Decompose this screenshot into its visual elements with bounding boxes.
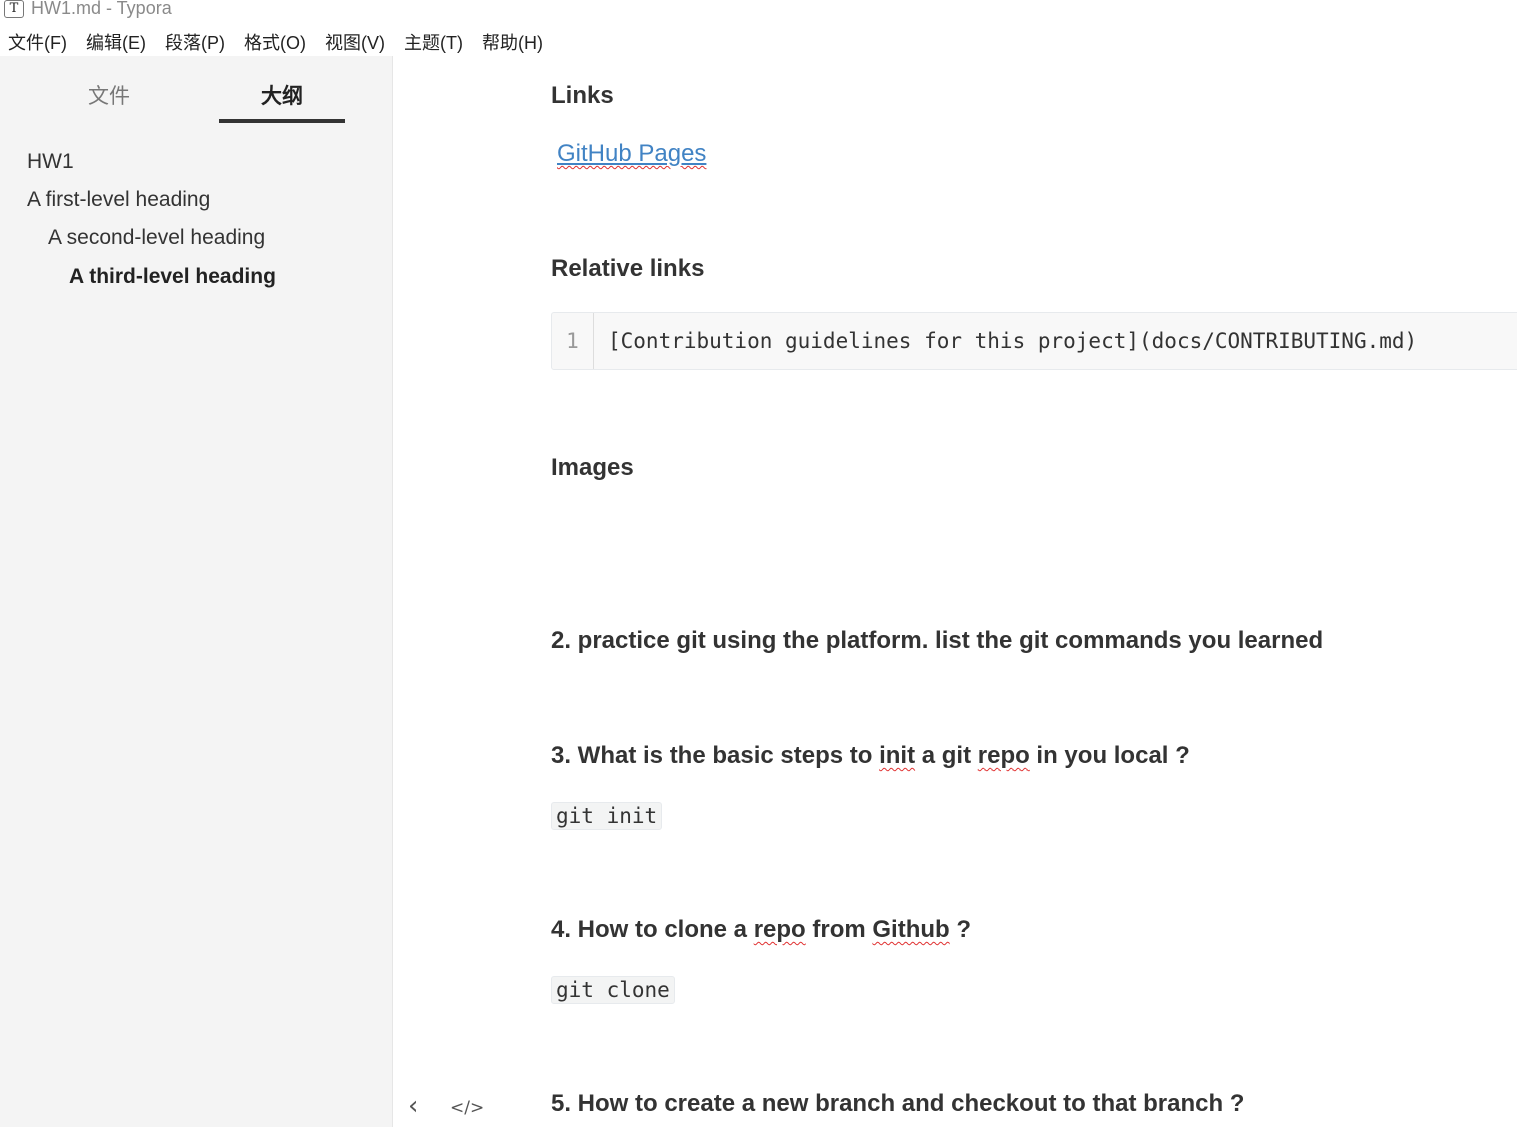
heading-images: Images (551, 454, 634, 481)
outline-item-second-level[interactable]: A second-level heading (48, 226, 265, 250)
inline-code-git-init: git init (551, 802, 663, 830)
menu-bar: 文件(F) 编辑(E) 段落(P) 格式(O) 视图(V) 主题(T) 帮助(H… (0, 28, 1517, 56)
menu-file[interactable]: 文件(F) (8, 29, 67, 55)
window-title: HW1.md - Typora (31, 0, 172, 18)
editor-pane[interactable]: Links GitHub Pages Relative links 1 [Con… (393, 56, 1517, 1127)
menu-theme[interactable]: 主题(T) (404, 29, 463, 55)
menu-view[interactable]: 视图(V) (325, 29, 385, 55)
heading-question-2: 2. practice git using the platform. list… (551, 627, 1324, 654)
q3-text-1: 3. What is the basic steps to (551, 742, 880, 769)
q3-spell-init: init (879, 742, 916, 769)
q4-text-3: ? (949, 916, 972, 943)
menu-format[interactable]: 格式(O) (244, 29, 306, 55)
code-block[interactable]: 1 [Contribution guidelines for this proj… (551, 312, 1517, 370)
heading-question-3: 3. What is the basic steps to init a git… (551, 742, 1190, 770)
menu-paragraph[interactable]: 段落(P) (165, 29, 225, 55)
q4-spell-repo: repo (753, 916, 806, 943)
link-text: GitHub Pages (557, 140, 707, 167)
q3-text-3: in you local ? (1029, 742, 1190, 769)
sidebar: 文件 大纲 HW1 A first-level heading A second… (0, 56, 393, 1127)
tab-outline[interactable]: 大纲 (219, 80, 345, 123)
title-bar: T HW1.md - Typora (0, 0, 1517, 20)
toggle-sidebar-icon[interactable]: ‹ (408, 1093, 418, 1119)
outline-item-third-level-active[interactable]: A third-level heading (69, 265, 276, 289)
heading-question-4: 4. How to clone a repo from Github ? (551, 916, 971, 944)
q4-text-1: 4. How to clone a (551, 916, 754, 943)
q4-text-2: from (805, 916, 873, 943)
github-pages-link[interactable]: GitHub Pages (557, 140, 706, 168)
inline-code-git-clone: git clone (551, 976, 675, 1004)
outline-item-hw1[interactable]: HW1 (27, 150, 74, 174)
outline-item-first-level[interactable]: A first-level heading (27, 188, 210, 212)
code-line: [Contribution guidelines for this projec… (608, 329, 1418, 353)
menu-help[interactable]: 帮助(H) (482, 29, 543, 55)
heading-relative-links: Relative links (551, 255, 705, 282)
tab-files[interactable]: 文件 (46, 80, 172, 122)
typora-app-icon: T (4, 0, 24, 18)
code-line-number: 1 (552, 313, 594, 369)
q3-text-2: a git (915, 742, 978, 769)
menu-edit[interactable]: 编辑(E) (86, 29, 146, 55)
q4-spell-github: Github (872, 916, 950, 943)
heading-question-5: 5. How to create a new branch and checko… (551, 1090, 1245, 1117)
source-code-mode-icon[interactable]: </> (450, 1098, 484, 1118)
q3-spell-repo: repo (977, 742, 1030, 769)
heading-links: Links (551, 82, 614, 109)
